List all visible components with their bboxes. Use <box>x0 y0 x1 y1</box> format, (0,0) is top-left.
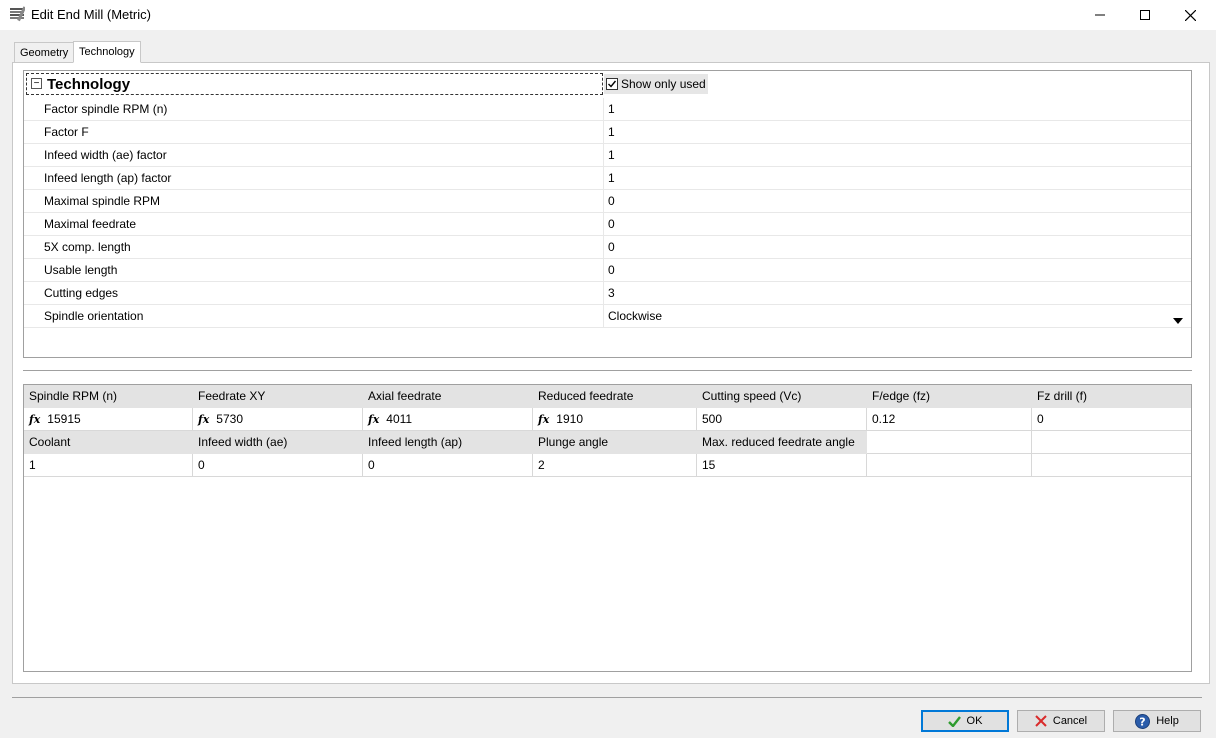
property-value[interactable]: 0 <box>608 240 615 254</box>
empty-cell <box>867 431 1032 454</box>
function-icon: fx <box>29 413 41 426</box>
tab-geometry[interactable]: Geometry <box>14 42 75 64</box>
window-title: Edit End Mill (Metric) <box>31 7 151 22</box>
column-header: F/edge (fz) <box>867 385 1032 408</box>
check-icon <box>947 715 961 727</box>
property-label: Cutting edges <box>44 286 119 300</box>
property-value[interactable]: 1 <box>608 102 615 116</box>
property-label: 5X comp. length <box>44 240 131 254</box>
table-cell[interactable]: fx 5730 <box>193 408 363 431</box>
property-value[interactable]: 1 <box>608 171 615 185</box>
property-row[interactable]: Infeed length (ap) factor 1 <box>24 167 1191 190</box>
column-header: Plunge angle <box>533 431 697 454</box>
property-label: Infeed width (ae) factor <box>44 148 167 162</box>
function-icon: fx <box>198 413 210 426</box>
table-cell[interactable]: 0 <box>363 454 533 477</box>
property-row[interactable]: Infeed width (ae) factor 1 <box>24 144 1191 167</box>
property-row[interactable]: 5X comp. length 0 <box>24 236 1191 259</box>
column-header: Reduced feedrate <box>533 385 697 408</box>
table-cell[interactable]: 0 <box>193 454 363 477</box>
property-row[interactable]: Maximal feedrate 0 <box>24 213 1191 236</box>
table-cell[interactable]: 15 <box>697 454 867 477</box>
show-only-used-checkbox[interactable]: Show only used <box>604 74 708 94</box>
help-button[interactable]: ? Help <box>1113 710 1201 732</box>
column-header: Spindle RPM (n) <box>24 385 193 408</box>
property-label: Infeed length (ap) factor <box>44 171 172 185</box>
property-label: Maximal spindle RPM <box>44 194 161 208</box>
empty-cell <box>1032 454 1191 477</box>
property-value[interactable]: 1 <box>608 125 615 139</box>
spindle-orientation-select[interactable]: Clockwise <box>608 309 662 323</box>
empty-cell <box>1032 431 1191 454</box>
spindle-orientation-row[interactable]: Spindle orientation Clockwise <box>24 305 1191 328</box>
property-label: Spindle orientation <box>44 309 144 323</box>
table-cell[interactable]: 0.12 <box>867 408 1032 431</box>
column-header: Feedrate XY <box>193 385 363 408</box>
property-row[interactable]: Maximal spindle RPM 0 <box>24 190 1191 213</box>
column-header: Infeed length (ap) <box>363 431 533 454</box>
chevron-down-icon[interactable] <box>1173 313 1183 327</box>
property-value[interactable]: 3 <box>608 286 615 300</box>
table-cell[interactable]: 500 <box>697 408 867 431</box>
function-icon: fx <box>368 413 380 426</box>
cancel-button[interactable]: Cancel <box>1017 710 1105 732</box>
splitter[interactable] <box>23 370 1192 371</box>
column-header: Cutting speed (Vc) <box>697 385 867 408</box>
empty-cell <box>867 454 1032 477</box>
minimize-button[interactable] <box>1077 0 1123 30</box>
technology-grid: − Technology Show only used Factor spind… <box>23 70 1192 358</box>
property-label: Factor spindle RPM (n) <box>44 102 168 116</box>
section-title: Technology <box>47 76 131 93</box>
column-header: Infeed width (ae) <box>193 431 363 454</box>
property-value[interactable]: 0 <box>608 263 615 277</box>
svg-text:?: ? <box>1139 715 1145 728</box>
maximize-button[interactable] <box>1122 0 1168 30</box>
column-header: Fz drill (f) <box>1032 385 1191 408</box>
table-cell[interactable]: fx 15915 <box>24 408 193 431</box>
table-cell[interactable]: fx 4011 <box>363 408 533 431</box>
property-row[interactable]: Usable length 0 <box>24 259 1191 282</box>
tab-technology[interactable]: Technology <box>73 41 141 63</box>
property-row[interactable]: Factor F 1 <box>24 121 1191 144</box>
property-row[interactable]: Cutting edges 3 <box>24 282 1191 305</box>
function-icon: fx <box>538 413 550 426</box>
column-header: Axial feedrate <box>363 385 533 408</box>
section-header[interactable]: − Technology <box>26 73 603 95</box>
show-only-used-label: Show only used <box>621 77 706 91</box>
app-icon <box>9 6 27 22</box>
checkbox-icon[interactable] <box>606 78 618 90</box>
column-header: Max. reduced feedrate angle <box>697 431 867 454</box>
property-value[interactable]: 1 <box>608 148 615 162</box>
property-label: Factor F <box>44 125 89 139</box>
property-label: Maximal feedrate <box>44 217 137 231</box>
ok-button[interactable]: OK <box>921 710 1009 732</box>
table-cell[interactable]: 1 <box>24 454 193 477</box>
footer-divider <box>12 697 1202 698</box>
close-icon <box>1035 715 1047 727</box>
title-bar: Edit End Mill (Metric) <box>0 0 1216 30</box>
parameters-table: Spindle RPM (n) Feedrate XY Axial feedra… <box>23 384 1192 672</box>
column-header: Coolant <box>24 431 193 454</box>
table-cell[interactable]: 2 <box>533 454 697 477</box>
collapse-icon[interactable]: − <box>31 78 42 89</box>
property-label: Usable length <box>44 263 118 277</box>
property-row[interactable]: Factor spindle RPM (n) 1 <box>24 98 1191 121</box>
help-icon: ? <box>1135 713 1151 729</box>
table-cell[interactable]: fx 1910 <box>533 408 697 431</box>
table-cell[interactable]: 0 <box>1032 408 1191 431</box>
property-value[interactable]: 0 <box>608 194 615 208</box>
property-value[interactable]: 0 <box>608 217 615 231</box>
close-button[interactable] <box>1167 0 1213 30</box>
